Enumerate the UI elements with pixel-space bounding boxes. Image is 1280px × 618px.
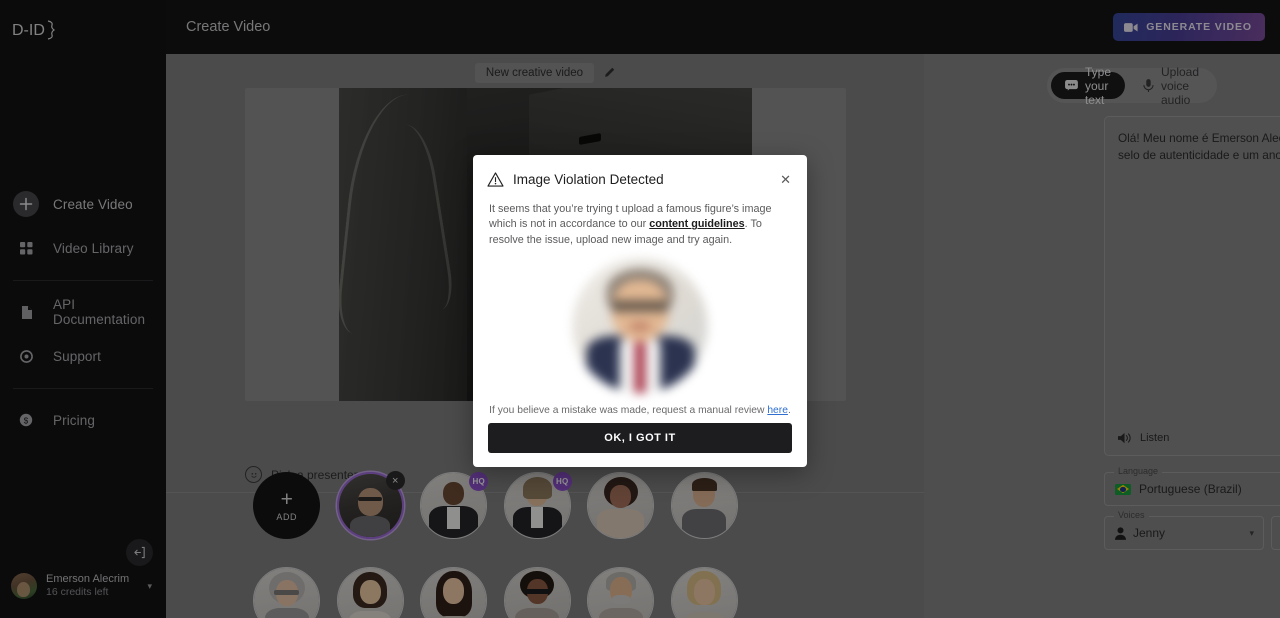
image-violation-modal: Image Violation Detected ✕ It seems that… [473,155,807,467]
manual-review-note: If you believe a mistake was made, reque… [473,405,807,416]
content-guidelines-link[interactable]: content guidelines [649,218,744,230]
app-root: D-ID Create Video Video Library API Docu… [0,0,1280,618]
blurred-famous-figure-portrait [572,258,708,393]
warning-triangle-icon [487,172,504,187]
manual-review-text: If you believe a mistake was made, reque… [489,405,768,416]
ok-button-label: OK, I GOT IT [604,432,676,444]
close-icon[interactable]: ✕ [778,171,793,188]
modal-title: Image Violation Detected [513,172,664,187]
manual-review-suffix: . [787,405,791,416]
ok-i-got-it-button[interactable]: OK, I GOT IT [488,423,792,453]
modal-body: It seems that you’re trying t upload a f… [473,188,807,248]
modal-header: Image Violation Detected ✕ [473,155,807,188]
manual-review-link[interactable]: here [767,405,788,416]
